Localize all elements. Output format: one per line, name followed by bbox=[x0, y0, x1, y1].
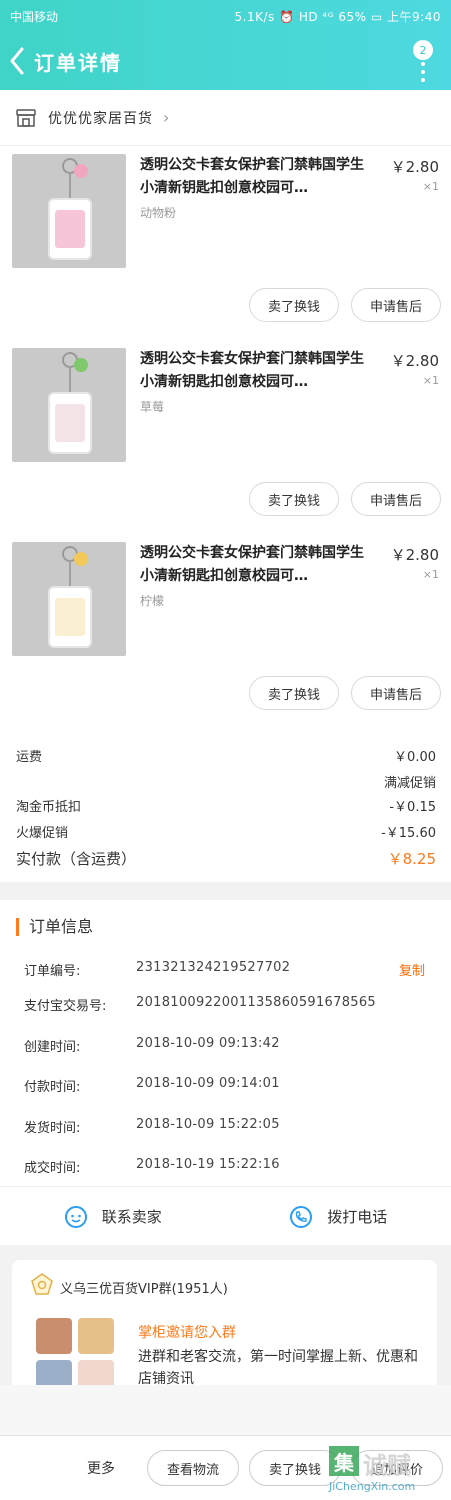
product-quantity: ×1 bbox=[422, 568, 439, 581]
call-phone-label: 拨打电话 bbox=[327, 1208, 388, 1226]
page-title: 订单详情 bbox=[34, 50, 122, 75]
view-logistics-button[interactable]: 查看物流 bbox=[147, 1450, 239, 1486]
copy-button[interactable]: 复制 bbox=[399, 960, 425, 979]
vertical-dots-icon bbox=[421, 62, 425, 86]
contact-seller-label: 联系卖家 bbox=[101, 1208, 162, 1226]
product-price: ￥2.80 bbox=[390, 158, 439, 176]
shop-icon bbox=[16, 108, 36, 127]
phone-icon bbox=[290, 1205, 313, 1228]
total-value: ￥8.25 bbox=[387, 850, 436, 868]
back-arrow-icon bbox=[10, 47, 24, 75]
call-phone-button[interactable]: 拨打电话 bbox=[226, 1187, 451, 1246]
order-item: 透明公交卡套女保护套门禁韩国学生小清新钥匙扣创意校园可… 草莓 ￥2.80 ×1… bbox=[0, 340, 451, 534]
taojinbi-row: 淘金币抵扣 -￥0.15 bbox=[16, 796, 436, 815]
order-info-heading: 订单信息 bbox=[16, 918, 93, 936]
huobao-value: -￥15.60 bbox=[381, 826, 436, 841]
avatar bbox=[78, 1318, 114, 1354]
product-price: ￥2.80 bbox=[390, 546, 439, 564]
product-quantity: ×1 bbox=[422, 180, 439, 193]
group-section: 义乌三优百货VIP群(1951人) 掌柜邀请您入群 进群和老客交流，第一时间掌握… bbox=[0, 1245, 451, 1410]
status-bar: 中国移动 5.1K/s ⏰ HD ⁴ᴳ 65% ▭ 上午9:40 bbox=[0, 0, 451, 32]
shop-row[interactable]: 优优优家居百货 › bbox=[0, 90, 451, 146]
product-title[interactable]: 透明公交卡套女保护套门禁韩国学生小清新钥匙扣创意校园可… bbox=[140, 542, 372, 588]
product-sku: 动物粉 bbox=[140, 206, 177, 220]
group-description: 进群和老客交流，第一时间掌握上新、优惠和店铺资讯 bbox=[138, 1349, 418, 1387]
shipping-label: 运费 bbox=[16, 750, 43, 765]
product-title[interactable]: 透明公交卡套女保护套门禁韩国学生小清新钥匙扣创意校园可… bbox=[140, 154, 372, 200]
product-sku: 柠檬 bbox=[140, 594, 165, 608]
paid-value: 2018-10-09 09:14:01 bbox=[136, 1076, 280, 1091]
sell-item-button[interactable]: 卖了换钱 bbox=[249, 1450, 341, 1486]
product-title[interactable]: 透明公交卡套女保护套门禁韩国学生小清新钥匙扣创意校园可… bbox=[140, 348, 372, 394]
done-value: 2018-10-19 15:22:16 bbox=[136, 1157, 280, 1172]
watermark-text: 诚赋 bbox=[363, 1452, 411, 1480]
promo-note-row: 满减促销 bbox=[16, 772, 436, 791]
order-card: 优优优家居百货 › 透明公交卡套女保护套门禁韩国学生小清新钥匙扣创意校园可… 动… bbox=[0, 90, 451, 882]
created-value: 2018-10-09 09:13:42 bbox=[136, 1036, 280, 1051]
chevron-right-icon: › bbox=[163, 108, 170, 127]
shipping-row: 运费 ￥0.00 bbox=[16, 746, 436, 765]
created-label: 创建时间: bbox=[24, 1040, 81, 1055]
more-menu-button[interactable]: 2 bbox=[409, 40, 433, 84]
bottom-spacer bbox=[0, 1385, 451, 1435]
avatar bbox=[36, 1318, 72, 1354]
more-button[interactable]: 更多 bbox=[87, 1458, 115, 1478]
bottom-action-bar: 更多 查看物流 卖了换钱 追加评价 集 诚赋 JiChengXin.com bbox=[0, 1435, 451, 1500]
huobao-row: 火爆促销 -￥15.60 bbox=[16, 822, 436, 841]
chat-icon bbox=[64, 1205, 87, 1228]
promo-note: 满减促销 bbox=[383, 776, 436, 791]
shop-name: 优优优家居百货 bbox=[48, 110, 153, 127]
group-title: 义乌三优百货VIP群(1951人) bbox=[60, 1282, 228, 1297]
product-price: ￥2.80 bbox=[390, 352, 439, 370]
header: 订单详情 2 bbox=[0, 32, 451, 90]
status-indicators: 5.1K/s ⏰ HD ⁴ᴳ 65% ▭ 上午9:40 bbox=[234, 9, 441, 24]
sell-button[interactable]: 卖了换钱 bbox=[249, 676, 339, 710]
product-thumbnail[interactable] bbox=[12, 154, 126, 268]
order-number-value: 231321324219527702 bbox=[136, 960, 291, 975]
bead-1 bbox=[74, 164, 88, 178]
after-sale-button[interactable]: 申请售后 bbox=[351, 482, 441, 516]
contact-row: 联系卖家 拨打电话 bbox=[0, 1186, 451, 1246]
product-thumbnail[interactable] bbox=[12, 348, 126, 462]
order-number-label: 订单编号: bbox=[24, 964, 81, 979]
product-thumbnail[interactable] bbox=[12, 542, 126, 656]
taojinbi-value: -￥0.15 bbox=[389, 800, 436, 815]
shipped-value: 2018-10-09 15:22:05 bbox=[136, 1117, 280, 1132]
taojinbi-label: 淘金币抵扣 bbox=[16, 800, 82, 815]
done-label: 成交时间: bbox=[24, 1161, 81, 1176]
product-sku: 草莓 bbox=[140, 400, 165, 414]
carrier-label: 中国移动 bbox=[10, 9, 59, 24]
contact-seller-button[interactable]: 联系卖家 bbox=[0, 1187, 226, 1246]
product-quantity: ×1 bbox=[422, 374, 439, 387]
order-info-card: 订单信息 订单编号: 231321324219527702 复制 支付宝交易号:… bbox=[0, 900, 451, 1245]
order-item: 透明公交卡套女保护套门禁韩国学生小清新钥匙扣创意校园可… 柠檬 ￥2.80 ×1… bbox=[0, 534, 451, 728]
after-sale-button[interactable]: 申请售后 bbox=[351, 676, 441, 710]
group-invite-text: 掌柜邀请您入群 bbox=[138, 1325, 236, 1341]
watermark-mark: 集 bbox=[329, 1446, 359, 1476]
sell-button[interactable]: 卖了换钱 bbox=[249, 288, 339, 322]
total-row: 实付款（含运费） ￥8.25 bbox=[16, 848, 436, 869]
shipped-label: 发货时间: bbox=[24, 1121, 81, 1136]
notification-badge: 2 bbox=[413, 40, 433, 60]
total-label: 实付款（含运费） bbox=[16, 850, 137, 868]
after-sale-button[interactable]: 申请售后 bbox=[351, 288, 441, 322]
watermark-url: JiChengXin.com bbox=[329, 1480, 416, 1493]
watermark-logo: 集 诚赋 JiChengXin.com bbox=[329, 1446, 447, 1496]
alipay-label: 支付宝交易号: bbox=[24, 999, 107, 1014]
paid-label: 付款时间: bbox=[24, 1080, 81, 1095]
huobao-label: 火爆促销 bbox=[16, 826, 69, 841]
alipay-value: 2018100922001135860591678565 bbox=[136, 995, 376, 1010]
sell-button[interactable]: 卖了换钱 bbox=[249, 482, 339, 516]
group-logo-icon bbox=[31, 1273, 53, 1295]
order-item: 透明公交卡套女保护套门禁韩国学生小清新钥匙扣创意校园可… 动物粉 ￥2.80 ×… bbox=[0, 146, 451, 340]
back-button[interactable] bbox=[0, 32, 34, 90]
shipping-value: ￥0.00 bbox=[394, 750, 436, 765]
